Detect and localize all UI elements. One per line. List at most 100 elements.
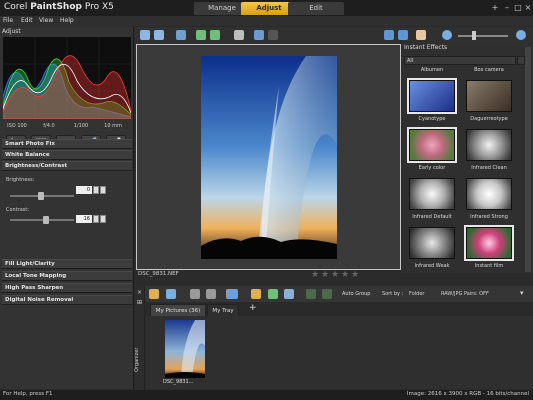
contrast-spinner[interactable] bbox=[93, 215, 99, 223]
share-icon[interactable] bbox=[176, 30, 186, 40]
save-icon[interactable] bbox=[140, 30, 150, 40]
brightness-label: Brightness: bbox=[6, 177, 35, 183]
section-high-pass-sharpen[interactable]: High Pass Sharpen bbox=[2, 283, 132, 293]
sort-by-select[interactable]: Folder bbox=[409, 291, 424, 297]
effect-thumb-infrared-default[interactable] bbox=[409, 178, 455, 210]
effect-label: Infrared Strong bbox=[470, 214, 508, 220]
effect-label: Daguerreotype bbox=[470, 116, 508, 122]
photo bbox=[201, 56, 337, 259]
status-help: For Help, press F1 bbox=[3, 391, 53, 397]
close-button[interactable]: × bbox=[523, 3, 533, 13]
brightness-value[interactable]: 0 bbox=[76, 186, 92, 194]
share-icon[interactable] bbox=[268, 289, 278, 299]
effects-scrollbar[interactable] bbox=[525, 47, 531, 272]
rotate-left-icon[interactable] bbox=[306, 289, 316, 299]
tab-my-pictures[interactable]: My Pictures (36) bbox=[150, 304, 206, 316]
image-canvas[interactable] bbox=[136, 44, 401, 270]
section-white-balance[interactable]: White Balance bbox=[2, 150, 132, 160]
add-tab-button[interactable]: + bbox=[249, 303, 257, 313]
effect-label: Infrared Weak bbox=[414, 263, 450, 269]
save-as-icon[interactable] bbox=[154, 30, 164, 40]
zoom-in-icon[interactable] bbox=[516, 30, 526, 40]
brightness-spinner[interactable] bbox=[93, 186, 99, 194]
section-fill-light-clarity[interactable]: Fill Light/Clarity bbox=[2, 259, 132, 269]
product-name: PaintShop bbox=[30, 2, 82, 12]
section-digital-noise-removal[interactable]: Digital Noise Removal bbox=[2, 295, 132, 305]
undo-icon[interactable] bbox=[254, 30, 264, 40]
brand-name: Corel bbox=[4, 2, 28, 12]
raw-jpg-pairs-toggle[interactable]: RAW/JPG Pairs: OFF bbox=[441, 291, 489, 297]
organizer-label: Organizer bbox=[134, 347, 140, 372]
view-mode-icon[interactable] bbox=[166, 289, 176, 299]
contrast-value[interactable]: 16 bbox=[76, 215, 92, 223]
menu-help[interactable]: Help bbox=[60, 16, 74, 26]
rotate-right-icon[interactable] bbox=[210, 30, 220, 40]
zoom-slider[interactable] bbox=[458, 35, 508, 37]
rating-star[interactable]: ★ bbox=[331, 271, 340, 280]
tab-edit[interactable]: Edit bbox=[288, 2, 344, 15]
auto-group-button[interactable]: Auto Group bbox=[342, 291, 370, 297]
contrast-slider[interactable] bbox=[10, 219, 74, 221]
effect-label: Infrared Default bbox=[412, 214, 452, 220]
tag-icon[interactable] bbox=[251, 289, 261, 299]
actual-size-icon[interactable] bbox=[384, 30, 394, 40]
effects-filter-select[interactable]: All bbox=[404, 56, 516, 65]
rotate-right-icon[interactable] bbox=[322, 289, 332, 299]
menu-file[interactable]: File bbox=[3, 16, 13, 26]
effect-thumb-infrared-strong[interactable] bbox=[466, 178, 512, 210]
sort-by-label: Sort by : bbox=[382, 291, 404, 297]
pin-icon[interactable]: ⊞ bbox=[137, 299, 142, 306]
person-icon[interactable] bbox=[228, 289, 238, 299]
edit-pen-icon[interactable] bbox=[206, 289, 216, 299]
exif-aperture: f/4.0 bbox=[43, 123, 55, 129]
brightness-reset-button[interactable] bbox=[100, 186, 106, 194]
contrast-reset-button[interactable] bbox=[100, 215, 106, 223]
exif-focal-length: 10 mm bbox=[104, 123, 122, 129]
tray-thumbnail[interactable] bbox=[165, 320, 205, 378]
pan-icon[interactable] bbox=[416, 30, 426, 40]
menu-view[interactable]: View bbox=[39, 16, 53, 26]
rating-star[interactable]: ★ bbox=[351, 271, 360, 280]
export-icon[interactable] bbox=[284, 289, 294, 299]
effect-label: Infrared Clean bbox=[471, 165, 507, 171]
redo-icon[interactable] bbox=[268, 30, 278, 40]
histogram bbox=[3, 37, 131, 119]
minimize-button[interactable]: – bbox=[502, 3, 512, 13]
filename-label: DSC_9831.NEF bbox=[138, 271, 179, 277]
tab-my-tray[interactable]: My Tray bbox=[207, 304, 239, 316]
section-local-tone-mapping[interactable]: Local Tone Mapping bbox=[2, 271, 132, 281]
zoom-slider-thumb[interactable] bbox=[472, 31, 476, 40]
section-brightness-contrast[interactable]: Brightness/Contrast bbox=[2, 161, 132, 171]
delete-icon[interactable] bbox=[234, 30, 244, 40]
product-version: Pro X5 bbox=[84, 2, 114, 12]
contrast-slider-thumb[interactable] bbox=[43, 216, 49, 224]
effect-thumb-infrared-weak[interactable] bbox=[409, 227, 455, 259]
effect-thumb-instant-film[interactable] bbox=[464, 225, 514, 261]
effect-thumb-early-color[interactable] bbox=[407, 127, 457, 163]
folder-icon[interactable] bbox=[149, 289, 159, 299]
maximize-button[interactable]: □ bbox=[513, 3, 523, 13]
rotate-left-icon[interactable] bbox=[196, 30, 206, 40]
rating-star[interactable]: ★ bbox=[341, 271, 350, 280]
contrast-label: Contrast: bbox=[6, 207, 30, 213]
rating-star[interactable]: ★ bbox=[311, 271, 320, 280]
close-icon[interactable]: × bbox=[137, 289, 142, 296]
zoom-out-icon[interactable] bbox=[442, 30, 452, 40]
panel-options-icon[interactable] bbox=[517, 56, 525, 65]
effect-label: Cyanotype bbox=[418, 116, 446, 122]
effect-thumb-cyanotype[interactable] bbox=[407, 78, 457, 114]
menu-edit[interactable]: Edit bbox=[21, 16, 33, 26]
organizer-collapse-icon[interactable]: ▾ bbox=[520, 289, 524, 297]
organizer-toolbar: Auto Group Sort by : Folder RAW/JPG Pair… bbox=[135, 286, 533, 302]
instant-effects-title: Instant Effects bbox=[404, 44, 448, 51]
brightness-slider-thumb[interactable] bbox=[38, 192, 44, 200]
effect-thumb-daguerreotype[interactable] bbox=[466, 80, 512, 112]
effect-thumb-infrared-clean[interactable] bbox=[466, 129, 512, 161]
fit-window-icon[interactable] bbox=[398, 30, 408, 40]
rating-star[interactable]: ★ bbox=[321, 271, 330, 280]
workspace-icon[interactable]: + bbox=[490, 3, 500, 13]
section-smart-photo-fix[interactable]: Smart Photo Fix bbox=[2, 139, 132, 149]
effect-label-albumen: Albumen bbox=[420, 67, 444, 73]
edit-brush-icon[interactable] bbox=[190, 289, 200, 299]
menu-bar: File Edit View Help bbox=[0, 16, 533, 26]
